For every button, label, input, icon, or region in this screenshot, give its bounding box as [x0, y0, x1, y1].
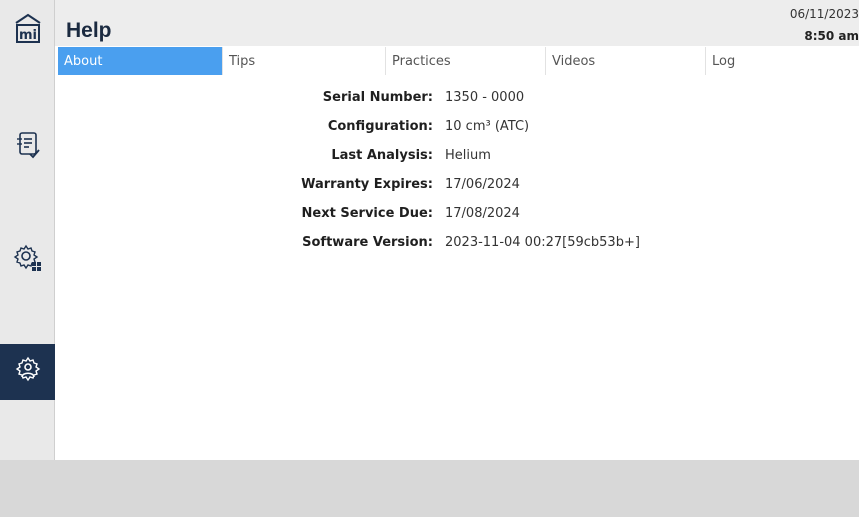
- next-service-label: Next Service Due:: [301, 206, 433, 221]
- gear-user-icon: [13, 355, 43, 389]
- tab-tips[interactable]: Tips: [222, 47, 385, 75]
- last-analysis-label: Last Analysis:: [331, 148, 433, 163]
- svg-text:mi: mi: [19, 28, 37, 43]
- next-service-row: Next Service Due: 17/08/2024: [55, 206, 859, 226]
- last-analysis-row: Last Analysis: Helium: [55, 148, 859, 168]
- nav-user-settings-button[interactable]: [0, 344, 55, 400]
- software-version-label: Software Version:: [302, 235, 433, 250]
- next-service-value: 17/08/2024: [445, 206, 520, 221]
- home-logo-icon[interactable]: mi: [13, 12, 43, 44]
- footer-bar: [0, 460, 859, 517]
- software-version-value: 2023-11-04 00:27[59cb53b+]: [445, 235, 640, 250]
- serial-number-label: Serial Number:: [322, 90, 433, 105]
- serial-number-value: 1350 - 0000: [445, 90, 525, 105]
- configuration-value: 10 cm³ (ATC): [445, 119, 530, 134]
- warranty-label: Warranty Expires:: [301, 177, 433, 192]
- sidebar: mi: [0, 0, 55, 460]
- tab-videos[interactable]: Videos: [545, 47, 705, 75]
- warranty-row: Warranty Expires: 17/06/2024: [55, 177, 859, 197]
- warranty-value: 17/06/2024: [445, 177, 520, 192]
- page-title: Help: [66, 19, 112, 42]
- software-version-row: Software Version: 2023-11-04 00:27[59cb5…: [55, 235, 859, 255]
- date-display: 06/11/2023: [789, 7, 859, 21]
- nav-checklist-button[interactable]: [0, 119, 55, 175]
- nav-settings-grid-button[interactable]: [0, 232, 55, 288]
- gear-grid-icon: [13, 243, 43, 277]
- checklist-icon: [15, 131, 41, 163]
- tab-bar: About Tips Practices Videos Log: [58, 47, 859, 75]
- tab-log[interactable]: Log: [705, 47, 859, 75]
- header: Help 06/11/2023 8:50 am: [55, 0, 859, 46]
- configuration-label: Configuration:: [327, 119, 433, 134]
- tab-practices[interactable]: Practices: [385, 47, 545, 75]
- configuration-row: Configuration: 10 cm³ (ATC): [55, 119, 859, 139]
- tab-about[interactable]: About: [58, 47, 222, 75]
- time-display: 8:50 am: [804, 29, 859, 43]
- serial-number-row: Serial Number: 1350 - 0000: [55, 90, 859, 110]
- last-analysis-value: Helium: [445, 148, 491, 163]
